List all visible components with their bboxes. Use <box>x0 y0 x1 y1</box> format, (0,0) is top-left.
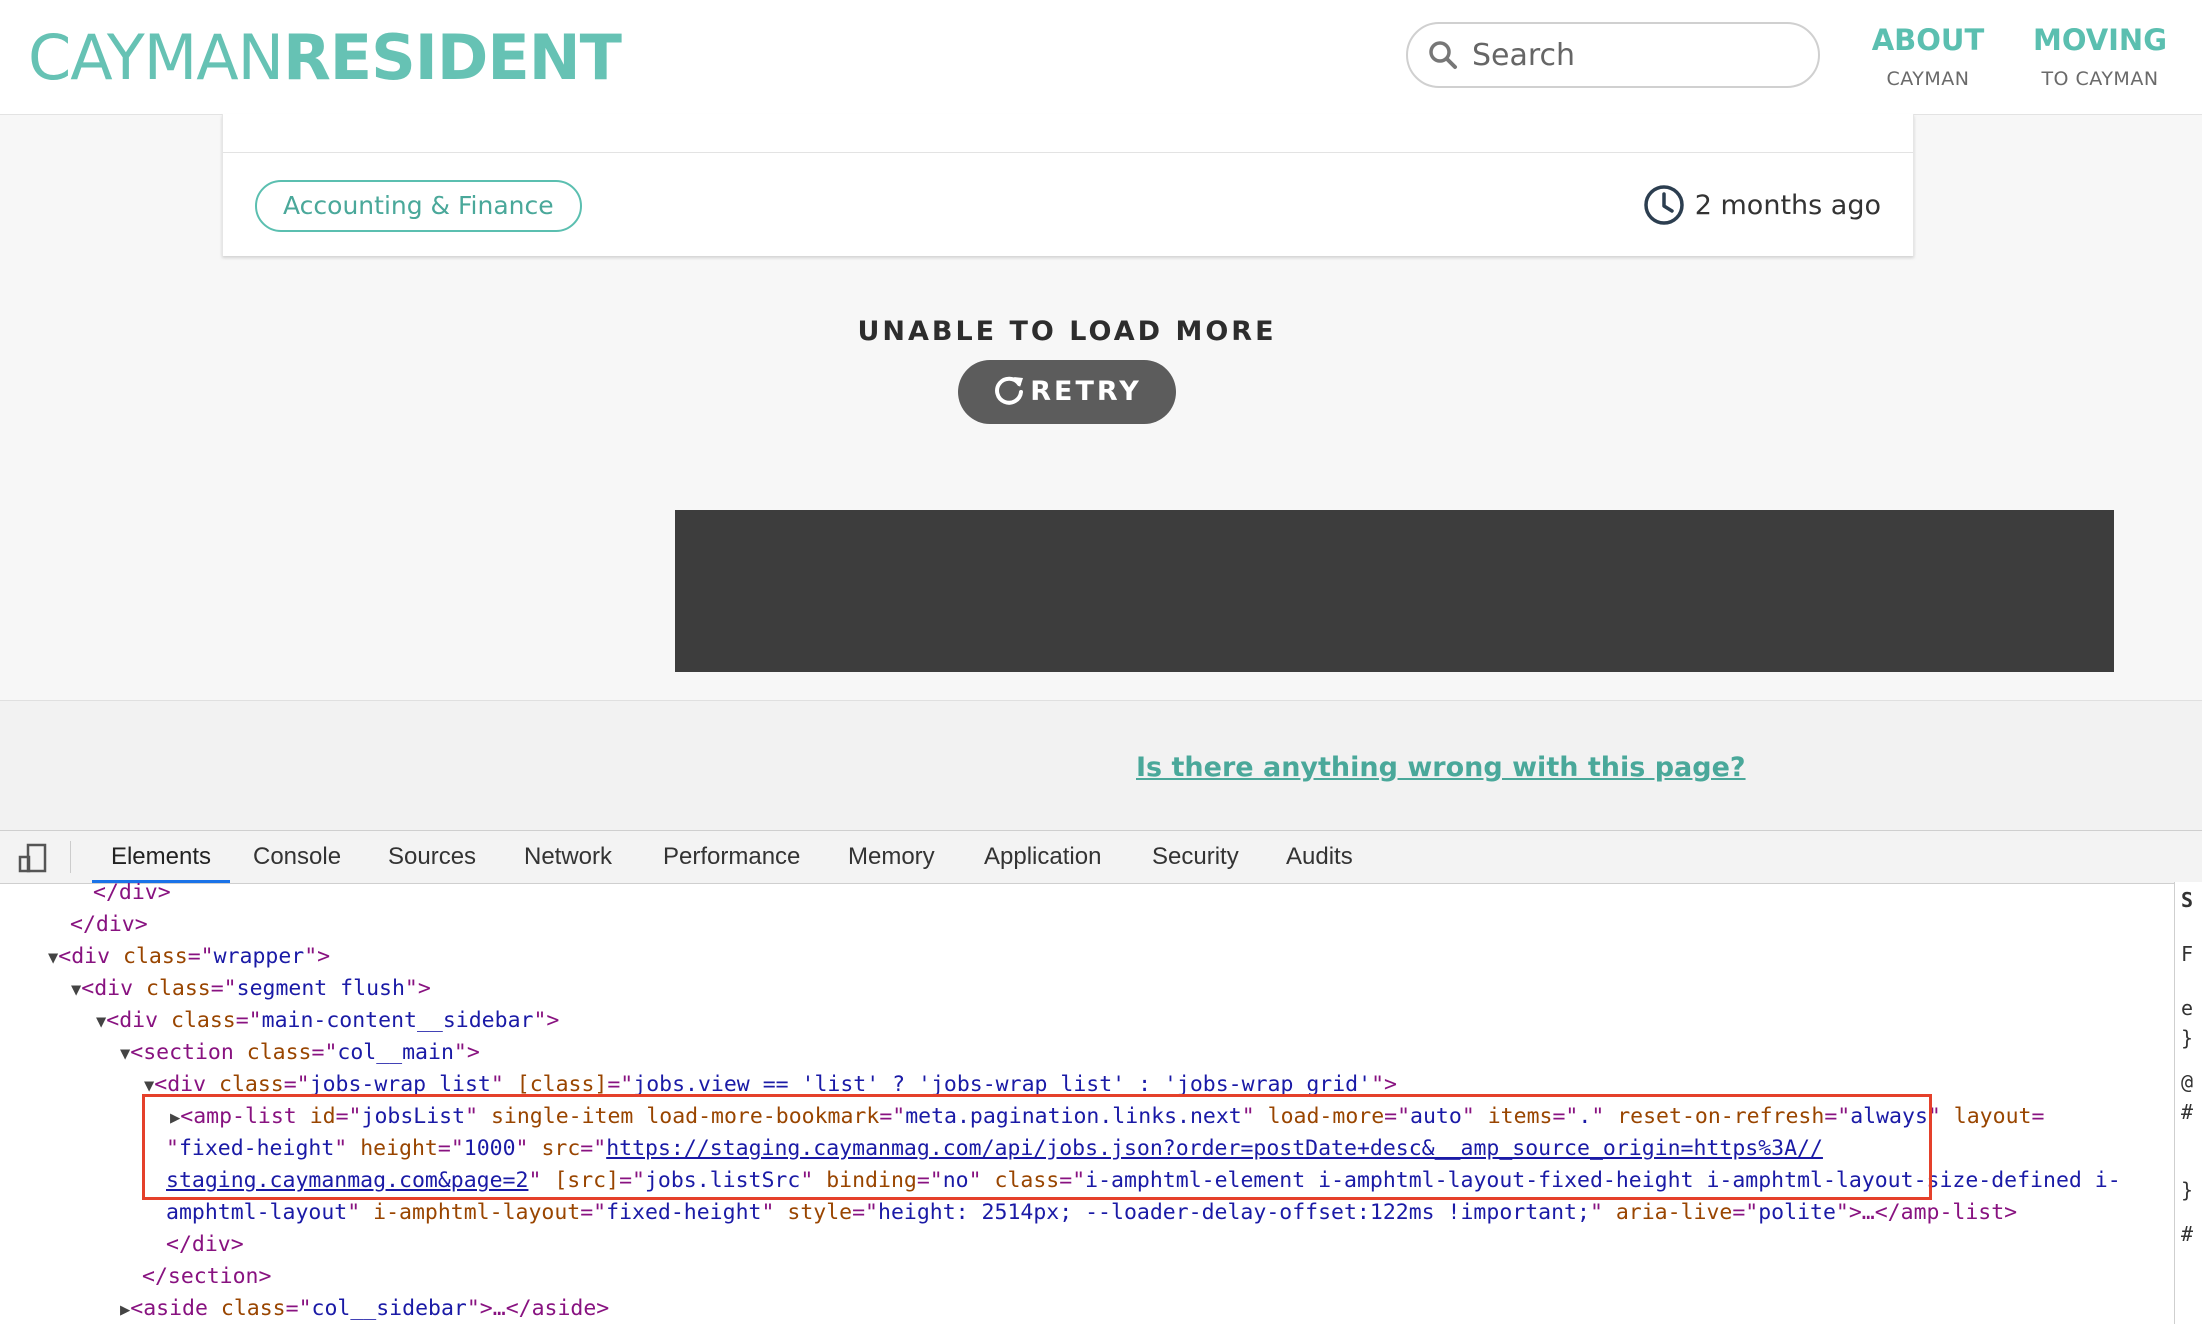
page-footer-band <box>0 700 2202 831</box>
card-divider <box>223 152 1913 153</box>
expand-arrow-icon[interactable]: ▼ <box>96 1012 106 1032</box>
dom-node[interactable]: ▶<aside class="col__sidebar">…</aside> <box>120 1293 609 1325</box>
styles-pane-char: @ <box>2181 1070 2194 1094</box>
styles-pane-char: S <box>2181 888 2194 912</box>
job-card[interactable]: Accounting & Finance 2 months ago <box>222 114 1914 256</box>
expand-arrow-icon[interactable]: ▼ <box>144 1076 154 1096</box>
styles-pane-char: } <box>2181 1178 2194 1202</box>
nav-about-subtitle: CAYMAN <box>1886 68 1970 90</box>
collapse-arrow-icon[interactable]: ▶ <box>120 1300 130 1320</box>
retry-button[interactable]: RETRY <box>958 360 1176 424</box>
styles-pane-char: F <box>2181 942 2194 966</box>
nav-about-title: ABOUT <box>1871 23 1985 57</box>
tab-security[interactable]: Security <box>1152 831 1239 883</box>
styles-pane-char: # <box>2181 1100 2194 1124</box>
annotation-highlight-box <box>142 1094 1932 1200</box>
logo-bold-text: RESIDENT <box>283 21 622 94</box>
site-logo[interactable]: CAYMANRESIDENT <box>28 21 622 94</box>
expand-arrow-icon[interactable]: ▼ <box>120 1044 130 1064</box>
tab-application[interactable]: Application <box>984 831 1101 883</box>
tab-sources[interactable]: Sources <box>388 831 476 883</box>
posted-time: 2 months ago <box>1643 184 1881 230</box>
toolbar-separator <box>70 841 71 873</box>
styles-pane: S F e } @ # } # <box>2174 882 2202 1324</box>
search-input[interactable] <box>1472 34 1792 76</box>
dom-node[interactable]: </div> <box>93 883 171 909</box>
nav-moving-subtitle: TO CAYMAN <box>2041 68 2159 90</box>
nav-moving-to-cayman[interactable]: MOVING TO CAYMAN <box>2022 22 2178 92</box>
dom-node[interactable]: ▼<div class="main-content__sidebar"> <box>96 1005 559 1038</box>
expand-arrow-icon[interactable]: ▼ <box>71 980 81 1000</box>
search-icon <box>1429 41 1457 69</box>
dom-node[interactable]: </div> <box>166 1229 244 1261</box>
devtools-tabbar: Elements Console Sources Network Perform… <box>0 831 2202 884</box>
tab-network[interactable]: Network <box>524 831 612 883</box>
clock-icon <box>1644 185 1684 225</box>
refresh-icon <box>995 376 1024 405</box>
site-header: CAYMANRESIDENT ABOUT CAYMAN MOVING TO CA… <box>0 0 2202 115</box>
nav-about-cayman[interactable]: ABOUT CAYMAN <box>1862 22 1994 92</box>
styles-pane-char: } <box>2181 1026 2194 1050</box>
dom-node[interactable]: </div> <box>70 909 148 941</box>
styles-pane-char: e <box>2181 996 2194 1020</box>
logo-light-text: CAYMAN <box>28 21 284 94</box>
dom-node[interactable]: </section> <box>142 1261 271 1293</box>
tab-performance[interactable]: Performance <box>663 831 800 883</box>
nav-moving-title: MOVING <box>2032 23 2168 57</box>
expand-arrow-icon[interactable]: ▼ <box>48 948 58 968</box>
styles-pane-char: # <box>2181 1222 2194 1246</box>
load-error-message: UNABLE TO LOAD MORE <box>857 316 1277 347</box>
dom-node[interactable]: ▼<div class="wrapper"> <box>48 941 330 974</box>
dom-node[interactable]: ▼<section class="col__main"> <box>120 1037 480 1070</box>
device-toggle-icon[interactable] <box>18 843 48 873</box>
tab-elements[interactable]: Elements <box>92 831 230 883</box>
devtools-panel: Elements Console Sources Network Perform… <box>0 830 2202 1325</box>
tab-memory[interactable]: Memory <box>848 831 935 883</box>
tab-console[interactable]: Console <box>253 831 341 883</box>
search-box[interactable] <box>1406 22 1820 88</box>
tab-audits[interactable]: Audits <box>1286 831 1353 883</box>
category-tag[interactable]: Accounting & Finance <box>255 180 582 232</box>
ad-placeholder <box>675 510 2114 672</box>
report-issue-link[interactable]: Is there anything wrong with this page? <box>1136 752 1746 783</box>
posted-time-text: 2 months ago <box>1694 189 1881 221</box>
retry-label: RETRY <box>1030 376 1142 407</box>
dom-node-amp-list-cont: amphtml-layout" i-amphtml-layout="fixed-… <box>166 1200 2018 1225</box>
dom-node[interactable]: ▼<div class="segment flush"> <box>71 973 431 1006</box>
